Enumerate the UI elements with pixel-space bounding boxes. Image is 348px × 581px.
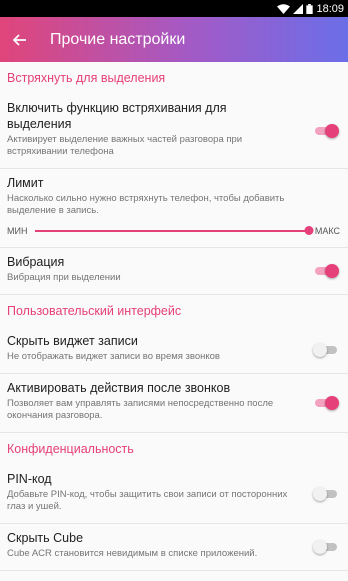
slider-min-label: МИН (7, 226, 28, 236)
status-bar: 18:09 (0, 0, 348, 17)
arrow-back-icon (13, 33, 26, 46)
pin-code-switch[interactable] (313, 487, 339, 501)
enable-shake-switch[interactable] (313, 124, 339, 138)
pref-summary: Насколько сильно нужно встряхнуть телефо… (7, 193, 285, 216)
pref-title: Лимит (7, 176, 44, 190)
section-header-shake: Встряхнуть для выделения (7, 71, 166, 85)
status-time: 18:09 (316, 2, 344, 15)
pref-hide-widget[interactable]: Скрыть виджет записи Не отображать видже… (0, 327, 348, 374)
pref-summary: Не отображать виджет записи во время зво… (7, 351, 220, 362)
section-header-ui: Пользовательский интерфейс (7, 304, 182, 318)
hide-widget-switch[interactable] (313, 343, 339, 357)
settings-list[interactable]: Встряхнуть для выделения Включить функци… (0, 62, 348, 581)
pref-title: Скрыть Cube (7, 531, 84, 545)
pref-title: Включить функцию встряхивания для выделе… (7, 101, 227, 131)
pref-hide-cube[interactable]: Скрыть Cube Cube ACR становится невидимы… (0, 524, 348, 571)
back-button[interactable] (0, 17, 40, 62)
slider-thumb[interactable] (304, 226, 314, 235)
slider-max-label: МАКС (314, 226, 340, 236)
pref-vibration[interactable]: Вибрация Вибрация при выделении (0, 248, 348, 295)
pref-title: Вибрация (7, 255, 65, 269)
switch-thumb (325, 124, 339, 138)
section-header-privacy: Конфиденциальность (7, 442, 134, 456)
battery-icon (306, 3, 314, 14)
pref-summary: Активирует выделение важных частей разго… (7, 134, 243, 157)
pref-limit: Лимит Насколько сильно нужно встряхнуть … (0, 169, 348, 248)
pref-summary: Добавьте PIN-код, чтобы защитить свои за… (7, 489, 288, 512)
pref-summary: Cube ACR становится невидимым в списке п… (7, 548, 258, 559)
switch-thumb (313, 343, 327, 357)
switch-thumb (325, 264, 339, 278)
pref-title: PIN-код (7, 472, 52, 486)
wifi-icon (277, 3, 291, 14)
hide-cube-switch[interactable] (313, 540, 339, 554)
switch-thumb (313, 487, 327, 501)
switch-thumb (325, 396, 339, 410)
pref-title: Активировать действия после звонков (7, 381, 231, 395)
pref-title: Скрыть виджет записи (7, 334, 138, 348)
vibration-switch[interactable] (313, 264, 339, 278)
after-call-switch[interactable] (313, 396, 339, 410)
slider-track (35, 230, 309, 232)
limit-slider[interactable] (35, 225, 314, 237)
signal-icon (293, 3, 304, 14)
pref-after-call-actions[interactable]: Активировать действия после звонков Позв… (0, 374, 348, 433)
pref-summary: Вибрация при выделении (7, 272, 121, 283)
page-title: Прочие настройки (50, 30, 186, 48)
pref-pin-code[interactable]: PIN-код Добавьте PIN-код, чтобы защитить… (0, 465, 348, 524)
switch-thumb (313, 540, 327, 554)
pref-summary: Позволяет вам управлять записями непосре… (7, 398, 274, 421)
app-toolbar: Прочие настройки (0, 17, 348, 62)
pref-enable-shake[interactable]: Включить функцию встряхивания для выделе… (0, 94, 348, 169)
limit-slider-row: МИН МАКС (7, 225, 340, 237)
